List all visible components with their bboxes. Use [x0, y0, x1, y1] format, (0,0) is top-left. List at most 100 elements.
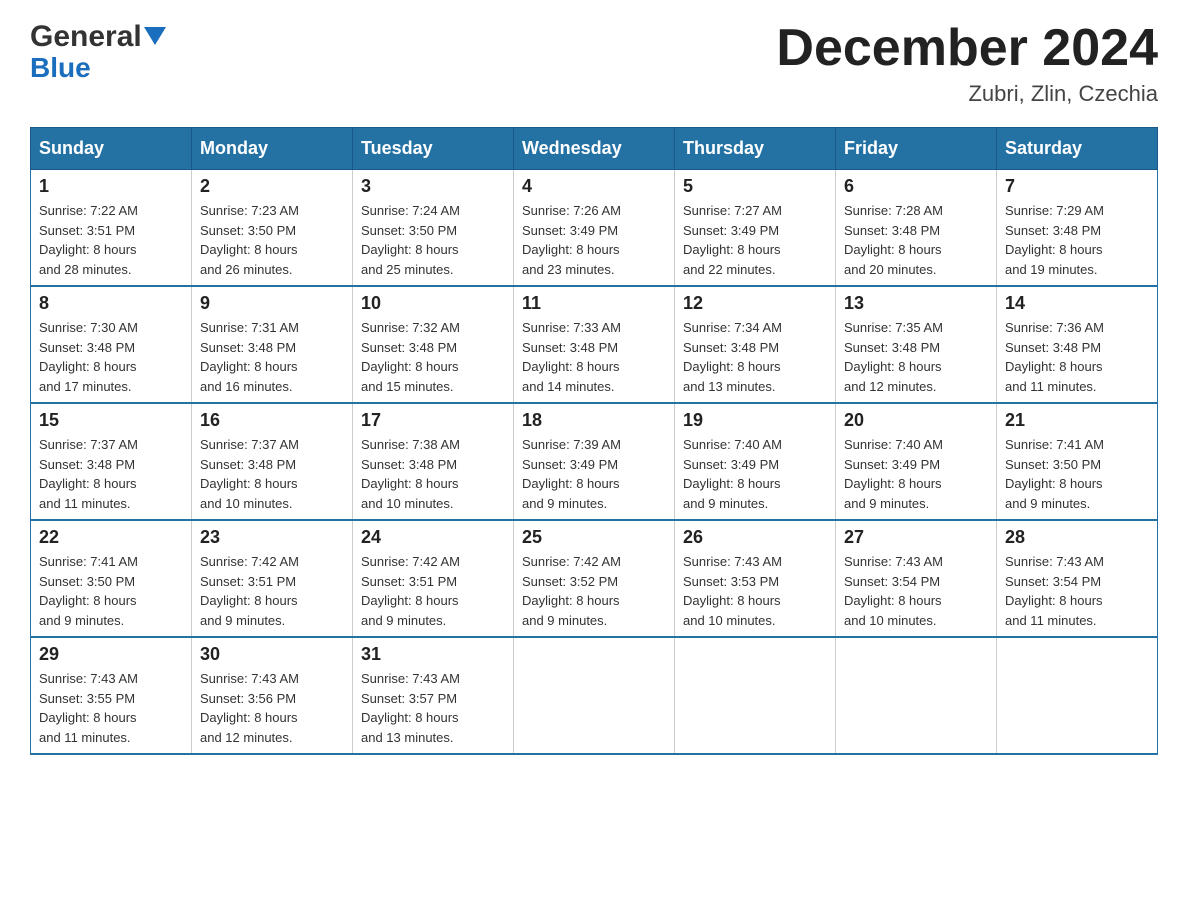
- day-number: 18: [522, 410, 666, 431]
- calendar-cell: 13 Sunrise: 7:35 AM Sunset: 3:48 PM Dayl…: [836, 286, 997, 403]
- day-number: 2: [200, 176, 344, 197]
- day-info: Sunrise: 7:29 AM Sunset: 3:48 PM Dayligh…: [1005, 201, 1149, 279]
- day-number: 1: [39, 176, 183, 197]
- calendar-cell: [836, 637, 997, 754]
- calendar-cell: 1 Sunrise: 7:22 AM Sunset: 3:51 PM Dayli…: [31, 170, 192, 287]
- day-number: 14: [1005, 293, 1149, 314]
- day-info: Sunrise: 7:28 AM Sunset: 3:48 PM Dayligh…: [844, 201, 988, 279]
- calendar-week-row: 1 Sunrise: 7:22 AM Sunset: 3:51 PM Dayli…: [31, 170, 1158, 287]
- col-sunday: Sunday: [31, 128, 192, 170]
- calendar-cell: 23 Sunrise: 7:42 AM Sunset: 3:51 PM Dayl…: [192, 520, 353, 637]
- calendar-cell: 8 Sunrise: 7:30 AM Sunset: 3:48 PM Dayli…: [31, 286, 192, 403]
- calendar-cell: 29 Sunrise: 7:43 AM Sunset: 3:55 PM Dayl…: [31, 637, 192, 754]
- day-info: Sunrise: 7:26 AM Sunset: 3:49 PM Dayligh…: [522, 201, 666, 279]
- day-info: Sunrise: 7:24 AM Sunset: 3:50 PM Dayligh…: [361, 201, 505, 279]
- day-number: 15: [39, 410, 183, 431]
- day-number: 20: [844, 410, 988, 431]
- day-info: Sunrise: 7:22 AM Sunset: 3:51 PM Dayligh…: [39, 201, 183, 279]
- col-saturday: Saturday: [997, 128, 1158, 170]
- calendar-cell: 27 Sunrise: 7:43 AM Sunset: 3:54 PM Dayl…: [836, 520, 997, 637]
- day-info: Sunrise: 7:43 AM Sunset: 3:57 PM Dayligh…: [361, 669, 505, 747]
- day-number: 8: [39, 293, 183, 314]
- logo-blue: Blue: [30, 54, 91, 82]
- day-info: Sunrise: 7:41 AM Sunset: 3:50 PM Dayligh…: [1005, 435, 1149, 513]
- day-number: 7: [1005, 176, 1149, 197]
- col-wednesday: Wednesday: [514, 128, 675, 170]
- day-number: 19: [683, 410, 827, 431]
- calendar-week-row: 29 Sunrise: 7:43 AM Sunset: 3:55 PM Dayl…: [31, 637, 1158, 754]
- day-info: Sunrise: 7:43 AM Sunset: 3:55 PM Dayligh…: [39, 669, 183, 747]
- day-info: Sunrise: 7:43 AM Sunset: 3:54 PM Dayligh…: [844, 552, 988, 630]
- day-number: 5: [683, 176, 827, 197]
- day-info: Sunrise: 7:32 AM Sunset: 3:48 PM Dayligh…: [361, 318, 505, 396]
- calendar-cell: 24 Sunrise: 7:42 AM Sunset: 3:51 PM Dayl…: [353, 520, 514, 637]
- calendar-cell: 26 Sunrise: 7:43 AM Sunset: 3:53 PM Dayl…: [675, 520, 836, 637]
- day-info: Sunrise: 7:42 AM Sunset: 3:52 PM Dayligh…: [522, 552, 666, 630]
- day-number: 21: [1005, 410, 1149, 431]
- day-info: Sunrise: 7:38 AM Sunset: 3:48 PM Dayligh…: [361, 435, 505, 513]
- day-number: 24: [361, 527, 505, 548]
- calendar-cell: 19 Sunrise: 7:40 AM Sunset: 3:49 PM Dayl…: [675, 403, 836, 520]
- day-info: Sunrise: 7:27 AM Sunset: 3:49 PM Dayligh…: [683, 201, 827, 279]
- calendar-cell: 4 Sunrise: 7:26 AM Sunset: 3:49 PM Dayli…: [514, 170, 675, 287]
- day-info: Sunrise: 7:40 AM Sunset: 3:49 PM Dayligh…: [683, 435, 827, 513]
- calendar-cell: 28 Sunrise: 7:43 AM Sunset: 3:54 PM Dayl…: [997, 520, 1158, 637]
- calendar-header-row: Sunday Monday Tuesday Wednesday Thursday…: [31, 128, 1158, 170]
- day-info: Sunrise: 7:23 AM Sunset: 3:50 PM Dayligh…: [200, 201, 344, 279]
- col-monday: Monday: [192, 128, 353, 170]
- calendar-cell: 18 Sunrise: 7:39 AM Sunset: 3:49 PM Dayl…: [514, 403, 675, 520]
- calendar-week-row: 8 Sunrise: 7:30 AM Sunset: 3:48 PM Dayli…: [31, 286, 1158, 403]
- col-thursday: Thursday: [675, 128, 836, 170]
- day-number: 13: [844, 293, 988, 314]
- day-number: 25: [522, 527, 666, 548]
- col-friday: Friday: [836, 128, 997, 170]
- calendar-cell: 21 Sunrise: 7:41 AM Sunset: 3:50 PM Dayl…: [997, 403, 1158, 520]
- day-info: Sunrise: 7:42 AM Sunset: 3:51 PM Dayligh…: [361, 552, 505, 630]
- day-number: 29: [39, 644, 183, 665]
- title-area: December 2024 Zubri, Zlin, Czechia: [776, 20, 1158, 107]
- calendar-table: Sunday Monday Tuesday Wednesday Thursday…: [30, 127, 1158, 755]
- day-info: Sunrise: 7:37 AM Sunset: 3:48 PM Dayligh…: [39, 435, 183, 513]
- calendar-cell: [514, 637, 675, 754]
- day-number: 22: [39, 527, 183, 548]
- calendar-cell: 3 Sunrise: 7:24 AM Sunset: 3:50 PM Dayli…: [353, 170, 514, 287]
- calendar-week-row: 15 Sunrise: 7:37 AM Sunset: 3:48 PM Dayl…: [31, 403, 1158, 520]
- col-tuesday: Tuesday: [353, 128, 514, 170]
- day-info: Sunrise: 7:40 AM Sunset: 3:49 PM Dayligh…: [844, 435, 988, 513]
- calendar-cell: 9 Sunrise: 7:31 AM Sunset: 3:48 PM Dayli…: [192, 286, 353, 403]
- day-number: 30: [200, 644, 344, 665]
- calendar-cell: 10 Sunrise: 7:32 AM Sunset: 3:48 PM Dayl…: [353, 286, 514, 403]
- day-number: 31: [361, 644, 505, 665]
- day-info: Sunrise: 7:36 AM Sunset: 3:48 PM Dayligh…: [1005, 318, 1149, 396]
- page-header: General Blue December 2024 Zubri, Zlin, …: [30, 20, 1158, 107]
- calendar-cell: 20 Sunrise: 7:40 AM Sunset: 3:49 PM Dayl…: [836, 403, 997, 520]
- day-number: 17: [361, 410, 505, 431]
- calendar-cell: 6 Sunrise: 7:28 AM Sunset: 3:48 PM Dayli…: [836, 170, 997, 287]
- day-info: Sunrise: 7:33 AM Sunset: 3:48 PM Dayligh…: [522, 318, 666, 396]
- calendar-cell: 16 Sunrise: 7:37 AM Sunset: 3:48 PM Dayl…: [192, 403, 353, 520]
- calendar-cell: 7 Sunrise: 7:29 AM Sunset: 3:48 PM Dayli…: [997, 170, 1158, 287]
- calendar-cell: [675, 637, 836, 754]
- logo-general: General: [30, 20, 142, 54]
- day-info: Sunrise: 7:43 AM Sunset: 3:54 PM Dayligh…: [1005, 552, 1149, 630]
- calendar-cell: 30 Sunrise: 7:43 AM Sunset: 3:56 PM Dayl…: [192, 637, 353, 754]
- day-number: 28: [1005, 527, 1149, 548]
- logo-triangle-icon: [144, 27, 166, 50]
- calendar-cell: 12 Sunrise: 7:34 AM Sunset: 3:48 PM Dayl…: [675, 286, 836, 403]
- day-number: 23: [200, 527, 344, 548]
- calendar-cell: 25 Sunrise: 7:42 AM Sunset: 3:52 PM Dayl…: [514, 520, 675, 637]
- calendar-week-row: 22 Sunrise: 7:41 AM Sunset: 3:50 PM Dayl…: [31, 520, 1158, 637]
- day-info: Sunrise: 7:43 AM Sunset: 3:53 PM Dayligh…: [683, 552, 827, 630]
- calendar-cell: [997, 637, 1158, 754]
- day-info: Sunrise: 7:43 AM Sunset: 3:56 PM Dayligh…: [200, 669, 344, 747]
- location-title: Zubri, Zlin, Czechia: [776, 81, 1158, 107]
- calendar-cell: 17 Sunrise: 7:38 AM Sunset: 3:48 PM Dayl…: [353, 403, 514, 520]
- day-info: Sunrise: 7:37 AM Sunset: 3:48 PM Dayligh…: [200, 435, 344, 513]
- day-number: 3: [361, 176, 505, 197]
- day-number: 10: [361, 293, 505, 314]
- day-info: Sunrise: 7:34 AM Sunset: 3:48 PM Dayligh…: [683, 318, 827, 396]
- day-info: Sunrise: 7:39 AM Sunset: 3:49 PM Dayligh…: [522, 435, 666, 513]
- day-info: Sunrise: 7:35 AM Sunset: 3:48 PM Dayligh…: [844, 318, 988, 396]
- day-number: 26: [683, 527, 827, 548]
- calendar-cell: 22 Sunrise: 7:41 AM Sunset: 3:50 PM Dayl…: [31, 520, 192, 637]
